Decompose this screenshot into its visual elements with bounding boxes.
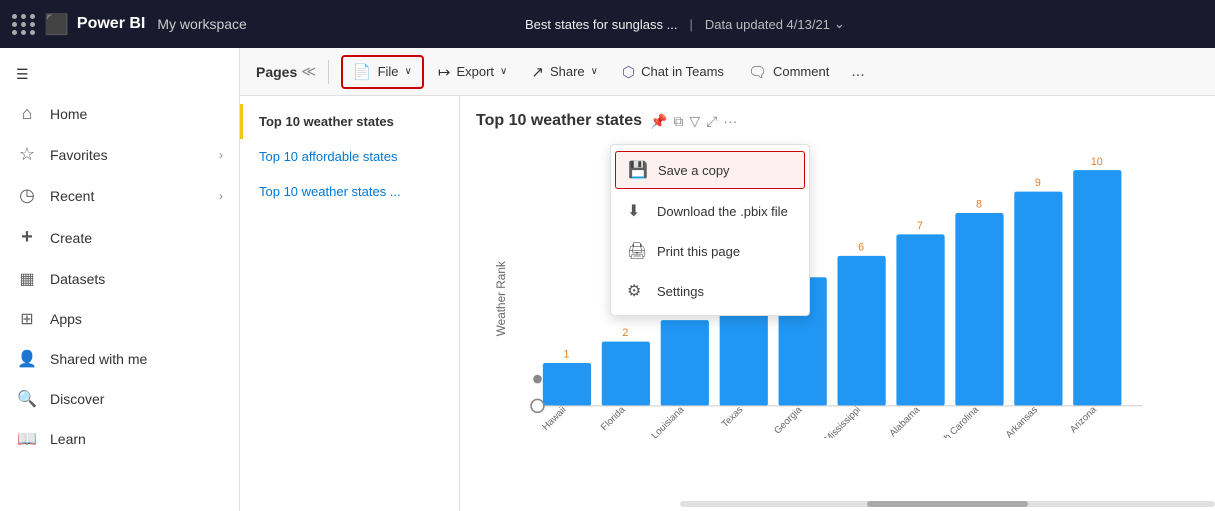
- create-icon: +: [16, 226, 38, 249]
- apps-icon: ⊞: [16, 309, 38, 329]
- discover-icon: 🔍: [16, 389, 38, 409]
- pages-content: Top 10 weather states Top 10 affordable …: [240, 96, 1215, 511]
- sidebar-item-label: Learn: [50, 431, 86, 447]
- sidebar-item-recent[interactable]: ◷ Recent ›: [0, 175, 239, 216]
- chart-action-icons: 📌 ⧉ ▽ ⤢ ···: [650, 113, 737, 130]
- chart-title: Top 10 weather states: [476, 112, 642, 130]
- content-area: Pages ≪ 📄 File ∨ ↦ Export ∨ ↗ Share ∨ ⬡: [240, 48, 1215, 511]
- datasets-icon: ▦: [16, 269, 38, 289]
- more-options-button[interactable]: ...: [843, 57, 872, 87]
- recent-icon: ◷: [16, 185, 38, 206]
- sidebar-item-label: Datasets: [50, 271, 105, 287]
- sidebar-item-label: Recent: [50, 188, 94, 204]
- dropdown-overlay[interactable]: 💾 Save a copy ⬇ Download the .pbix file …: [240, 144, 1215, 511]
- sidebar-item-label: Favorites: [50, 147, 108, 163]
- pin-icon[interactable]: 📌: [650, 113, 667, 130]
- dropdown-item-save-copy[interactable]: 💾 Save a copy: [615, 151, 805, 189]
- chevron-down-icon: ∨: [405, 66, 412, 77]
- sidebar-item-discover[interactable]: 🔍 Discover: [0, 379, 239, 419]
- file-icon: 📄: [353, 63, 372, 81]
- pages-label: Pages: [256, 64, 297, 80]
- chevron-down-icon[interactable]: ⌄: [834, 16, 845, 32]
- data-updated-label: Data updated 4/13/21 ⌄: [705, 16, 845, 32]
- comment-icon: 🗨: [748, 63, 767, 81]
- sidebar-item-shared-with-me[interactable]: 👤 Shared with me: [0, 339, 239, 379]
- print-icon: 🖨: [627, 241, 647, 261]
- comment-button[interactable]: 🗨 Comment: [738, 57, 839, 87]
- download-icon: ⬇: [627, 201, 647, 221]
- star-icon: ☆: [16, 144, 38, 165]
- filter-icon[interactable]: ▽: [689, 113, 700, 130]
- home-icon: ⌂: [16, 103, 38, 124]
- save-copy-icon: 💾: [628, 160, 648, 180]
- chevron-down-icon: ∨: [591, 66, 598, 77]
- copy-icon[interactable]: ⧉: [673, 113, 683, 130]
- workspace-label[interactable]: My workspace: [157, 16, 246, 32]
- page-item-weather[interactable]: Top 10 weather states: [240, 104, 459, 139]
- topbar: ⬛ Power BI My workspace Best states for …: [0, 0, 1215, 48]
- topbar-center: Best states for sunglass ... | Data upda…: [259, 16, 1111, 32]
- dropdown-item-download-pbix[interactable]: ⬇ Download the .pbix file: [611, 191, 809, 231]
- share-button[interactable]: ↗ Share ∨: [521, 57, 608, 87]
- sidebar-item-label: Shared with me: [50, 351, 147, 367]
- grid-icon[interactable]: [12, 14, 36, 35]
- teams-icon: ⬡: [622, 63, 635, 81]
- share-icon: ↗: [531, 63, 544, 81]
- hamburger-icon: ☰: [16, 66, 29, 83]
- learn-icon: 📖: [16, 429, 38, 449]
- sidebar-item-create[interactable]: + Create: [0, 216, 239, 259]
- dropdown-item-settings[interactable]: ⚙ Settings: [611, 271, 809, 311]
- sidebar-item-learn[interactable]: 📖 Learn: [0, 419, 239, 459]
- toolbar-separator: [328, 60, 329, 84]
- settings-icon: ⚙: [627, 281, 647, 301]
- sidebar-item-label: Create: [50, 230, 92, 246]
- chevron-down-icon: ∨: [500, 66, 507, 77]
- sidebar-item-label: Discover: [50, 391, 104, 407]
- sidebar-item-apps[interactable]: ⊞ Apps: [0, 299, 239, 339]
- sidebar-item-home[interactable]: ⌂ Home: [0, 93, 239, 134]
- separator: |: [689, 17, 692, 32]
- sidebar: ☰ ⌂ Home ☆ Favorites › ◷ Recent › + Crea…: [0, 48, 240, 511]
- sidebar-item-label: Home: [50, 106, 87, 122]
- sidebar-toggle[interactable]: ☰: [0, 56, 239, 93]
- export-icon: ↦: [438, 63, 451, 81]
- sidebar-item-datasets[interactable]: ▦ Datasets: [0, 259, 239, 299]
- chart-more-icon[interactable]: ···: [723, 113, 737, 130]
- powerbi-icon: ⬛: [44, 12, 69, 37]
- export-button[interactable]: ↦ Export ∨: [428, 57, 517, 87]
- chevron-right-icon: ›: [219, 189, 223, 203]
- expand-icon[interactable]: ⤢: [706, 113, 717, 130]
- chart-header: Top 10 weather states 📌 ⧉ ▽ ⤢ ···: [476, 112, 1199, 130]
- app-logo: ⬛ Power BI: [12, 12, 145, 37]
- file-dropdown-menu: 💾 Save a copy ⬇ Download the .pbix file …: [610, 144, 810, 316]
- chevron-right-icon: ›: [219, 148, 223, 162]
- file-button[interactable]: 📄 File ∨: [341, 55, 424, 89]
- sidebar-item-label: Apps: [50, 311, 82, 327]
- main-layout: ☰ ⌂ Home ☆ Favorites › ◷ Recent › + Crea…: [0, 48, 1215, 511]
- sidebar-item-favorites[interactable]: ☆ Favorites ›: [0, 134, 239, 175]
- toolbar: Pages ≪ 📄 File ∨ ↦ Export ∨ ↗ Share ∨ ⬡: [240, 48, 1215, 96]
- chat-in-teams-button[interactable]: ⬡ Chat in Teams: [612, 57, 734, 87]
- shared-icon: 👤: [16, 349, 38, 369]
- app-name: Power BI: [77, 15, 145, 33]
- report-title: Best states for sunglass ...: [525, 17, 677, 32]
- dropdown-item-print[interactable]: 🖨 Print this page: [611, 231, 809, 271]
- collapse-pages-button[interactable]: ≪: [301, 63, 316, 80]
